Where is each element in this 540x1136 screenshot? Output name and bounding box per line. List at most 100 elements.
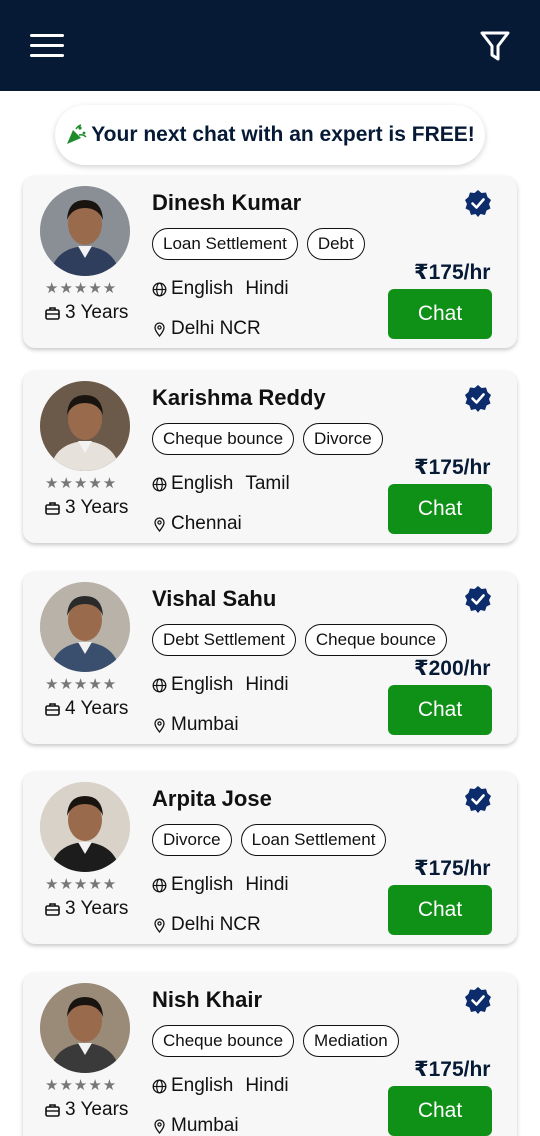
experience-text: 4 Years	[65, 698, 129, 719]
specialization-tag[interactable]: Loan Settlement	[152, 228, 298, 260]
expert-card[interactable]: ★★★★★ 3 Years Arpita Jose Divorce Loan S…	[23, 772, 517, 944]
specialization-tags: Debt Settlement Cheque bounce	[152, 624, 447, 656]
globe-icon	[152, 878, 167, 892]
expert-name[interactable]: Karishma Reddy	[152, 385, 326, 411]
rating-stars: ★★★★★	[45, 475, 118, 492]
party-popper-icon	[67, 124, 87, 144]
expert-avatar[interactable]	[40, 582, 130, 672]
language-2: Hindi	[245, 278, 289, 299]
hourly-price: ₹200/hr	[414, 657, 491, 680]
experience: 3 Years	[45, 497, 128, 519]
location: Delhi NCR	[154, 914, 261, 936]
language-1: English	[171, 874, 234, 895]
expert-card[interactable]: ★★★★★ 3 Years Karishma Reddy Cheque boun…	[23, 371, 517, 543]
experience-text: 3 Years	[65, 302, 129, 323]
specialization-tag[interactable]: Mediation	[303, 1025, 399, 1057]
verified-badge-icon	[465, 786, 491, 813]
hourly-price: ₹175/hr	[414, 456, 491, 479]
location-pin-icon	[154, 1118, 165, 1134]
expert-avatar[interactable]	[40, 381, 130, 471]
globe-icon	[152, 477, 167, 491]
specialization-tags: Loan Settlement Debt	[152, 228, 365, 260]
chat-button[interactable]: Chat	[388, 885, 492, 935]
languages: English Hindi	[152, 674, 289, 696]
specialization-tags: Cheque bounce Mediation	[152, 1025, 399, 1057]
verified-badge-icon	[465, 987, 491, 1014]
location: Chennai	[154, 513, 242, 535]
specialization-tag[interactable]: Divorce	[303, 423, 383, 455]
location-pin-icon	[154, 516, 165, 532]
location-text: Mumbai	[171, 1115, 239, 1136]
expert-avatar[interactable]	[40, 983, 130, 1073]
rating-stars: ★★★★★	[45, 676, 118, 693]
language-1: English	[171, 473, 234, 494]
expert-name[interactable]: Vishal Sahu	[152, 586, 276, 612]
location: Mumbai	[154, 714, 239, 736]
language-2: Hindi	[245, 674, 289, 695]
languages: English Hindi	[152, 874, 289, 896]
specialization-tag[interactable]: Debt	[306, 228, 365, 260]
location-pin-icon	[154, 717, 165, 733]
briefcase-icon	[45, 307, 60, 320]
chat-button[interactable]: Chat	[388, 685, 492, 735]
hourly-price: ₹175/hr	[414, 1058, 491, 1081]
rating-stars: ★★★★★	[45, 876, 118, 893]
filter-icon[interactable]	[479, 29, 511, 63]
expert-card[interactable]: ★★★★★ 3 Years Nish Khair Cheque bounce M…	[23, 973, 517, 1136]
hamburger-menu-icon[interactable]	[30, 34, 64, 58]
location-text: Mumbai	[171, 714, 239, 735]
location-pin-icon	[154, 917, 165, 933]
briefcase-icon	[45, 502, 60, 515]
specialization-tag[interactable]: Cheque bounce	[152, 423, 295, 455]
chat-button[interactable]: Chat	[388, 1086, 492, 1136]
specialization-tag[interactable]: Divorce	[152, 824, 232, 856]
expert-name[interactable]: Nish Khair	[152, 987, 262, 1013]
location: Mumbai	[154, 1115, 239, 1136]
experience-text: 3 Years	[65, 898, 129, 919]
verified-badge-icon	[465, 190, 491, 217]
specialization-tags: Cheque bounce Divorce	[152, 423, 383, 455]
experience: 4 Years	[45, 698, 128, 720]
location-text: Delhi NCR	[171, 914, 261, 935]
language-2: Tamil	[245, 473, 290, 494]
language-2: Hindi	[245, 874, 289, 895]
hourly-price: ₹175/hr	[414, 857, 491, 880]
location-text: Delhi NCR	[171, 318, 261, 339]
experience: 3 Years	[45, 898, 128, 920]
experience: 3 Years	[45, 302, 128, 324]
languages: English Hindi	[152, 1075, 289, 1097]
location-pin-icon	[154, 321, 165, 337]
rating-stars: ★★★★★	[45, 280, 118, 297]
globe-icon	[152, 282, 167, 296]
rating-stars: ★★★★★	[45, 1077, 118, 1094]
experience-text: 3 Years	[65, 497, 129, 518]
chat-button[interactable]: Chat	[388, 484, 492, 534]
expert-avatar[interactable]	[40, 186, 130, 276]
expert-name[interactable]: Arpita Jose	[152, 786, 272, 812]
specialization-tag[interactable]: Loan Settlement	[240, 824, 387, 856]
banner-text: Your next chat with an expert is FREE!	[91, 123, 475, 146]
chat-button[interactable]: Chat	[388, 289, 492, 339]
languages: English Hindi	[152, 278, 289, 300]
specialization-tag[interactable]: Cheque bounce	[152, 1025, 295, 1057]
globe-icon	[152, 678, 167, 692]
briefcase-icon	[45, 903, 60, 916]
location: Delhi NCR	[154, 318, 261, 340]
expert-name[interactable]: Dinesh Kumar	[152, 190, 301, 216]
specialization-tag[interactable]: Debt Settlement	[152, 624, 296, 656]
language-1: English	[171, 674, 234, 695]
experience: 3 Years	[45, 1099, 128, 1121]
verified-badge-icon	[465, 385, 491, 412]
briefcase-icon	[45, 1104, 60, 1117]
expert-avatar[interactable]	[40, 782, 130, 872]
briefcase-icon	[45, 703, 60, 716]
expert-card[interactable]: ★★★★★ 4 Years Vishal Sahu Debt Settlemen…	[23, 572, 517, 744]
expert-list[interactable]: ★★★★★ 3 Years Dinesh Kumar Loan Settleme…	[0, 0, 540, 1136]
location-text: Chennai	[171, 513, 242, 534]
experience-text: 3 Years	[65, 1099, 129, 1120]
free-chat-banner[interactable]: Your next chat with an expert is FREE!	[55, 105, 485, 165]
language-1: English	[171, 1075, 234, 1096]
specialization-tag[interactable]: Cheque bounce	[304, 624, 447, 656]
globe-icon	[152, 1079, 167, 1093]
expert-card[interactable]: ★★★★★ 3 Years Dinesh Kumar Loan Settleme…	[23, 176, 517, 348]
